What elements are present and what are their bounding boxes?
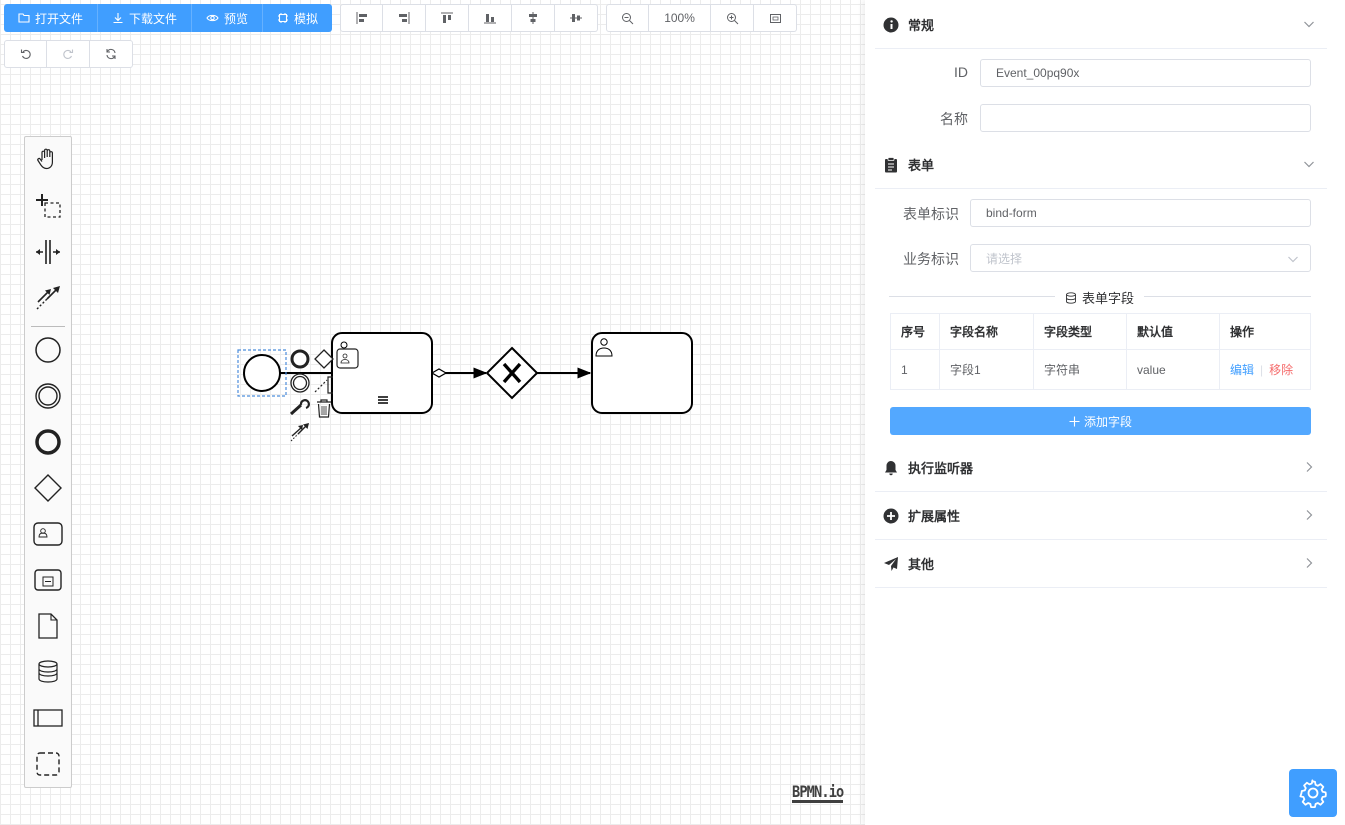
chevron-right-icon — [1303, 557, 1315, 572]
exclusive-gateway[interactable] — [485, 346, 539, 400]
table-header-row: 序号 字段名称 字段类型 默认值 操作 — [890, 313, 1311, 350]
append-intermediate-event-icon[interactable] — [290, 373, 310, 393]
id-input[interactable]: Event_00pq90x — [980, 59, 1311, 87]
connect-arrow-icon[interactable] — [290, 423, 309, 442]
append-end-event-icon[interactable] — [290, 349, 310, 369]
user-task-2[interactable] — [591, 332, 693, 414]
name-label: 名称 — [940, 111, 968, 127]
section-listeners-title: 执行监听器 — [908, 461, 974, 476]
section-other-title: 其他 — [908, 557, 935, 572]
chevron-right-icon — [1303, 461, 1315, 476]
bell-icon — [883, 460, 899, 476]
cell-default: value — [1126, 349, 1220, 390]
business-key-placeholder: 请选择 — [986, 251, 1023, 266]
chevron-down-icon — [1303, 158, 1315, 173]
add-field-label: 添加字段 — [1083, 414, 1132, 429]
cell-actions: 编辑 | 移除 — [1219, 349, 1311, 390]
section-form-title: 表单 — [908, 158, 935, 173]
append-text-annotation-icon[interactable] — [314, 376, 333, 394]
business-key-label: 业务标识 — [903, 251, 959, 267]
form-key-input[interactable]: bind-form — [970, 199, 1311, 227]
section-extensions-title: 扩展属性 — [908, 509, 961, 524]
bpmn-io-logo[interactable]: BPMN.io — [792, 784, 844, 803]
form-key-label: 表单标识 — [903, 206, 959, 222]
action-separator: | — [1260, 363, 1264, 377]
user-task-1[interactable] — [331, 332, 433, 414]
column-header: 默认值 — [1126, 313, 1220, 350]
info-icon — [883, 17, 899, 33]
chevron-right-icon — [1303, 509, 1315, 524]
chevron-down-icon — [1303, 18, 1315, 33]
change-type-wrench-icon[interactable] — [289, 399, 310, 416]
chevron-down-icon — [1288, 256, 1298, 263]
bpmn-diagram — [237, 332, 693, 442]
section-form-header[interactable]: 表单 — [875, 141, 1327, 189]
section-extensions-header[interactable]: 扩展属性 — [875, 492, 1327, 540]
id-label: ID — [954, 64, 968, 80]
table-row: 1 字段1 字符串 value 编辑 | 移除 — [890, 349, 1311, 390]
name-input[interactable] — [980, 104, 1311, 132]
column-header: 字段名称 — [939, 313, 1034, 350]
plus-icon — [1069, 416, 1080, 426]
plus-circle-icon — [883, 508, 899, 524]
form-fields-table: 序号 字段名称 字段类型 默认值 操作 1 字段1 字符串 value 编辑 | 移… — [890, 313, 1311, 390]
business-key-select[interactable]: 请选择 — [970, 244, 1311, 272]
cell-index: 1 — [890, 349, 940, 390]
sequence-flow-task-to-gateway[interactable] — [430, 367, 488, 379]
section-other-header[interactable]: 其他 — [875, 540, 1327, 588]
add-field-button[interactable]: 添加字段 — [890, 407, 1311, 435]
cell-name: 字段1 — [939, 349, 1034, 390]
edit-field-link[interactable]: 编辑 — [1230, 363, 1254, 377]
start-event[interactable] — [243, 354, 281, 392]
fields-divider-title: 表单字段 — [1055, 288, 1145, 307]
cell-type: 字符串 — [1033, 349, 1127, 390]
gear-icon — [1299, 779, 1327, 808]
database-icon — [1066, 291, 1076, 304]
append-gateway-icon[interactable] — [314, 349, 334, 369]
fields-title: 表单字段 — [1082, 291, 1135, 306]
append-user-task-icon[interactable] — [336, 348, 359, 369]
settings-button[interactable] — [1289, 769, 1337, 817]
section-listeners-header[interactable]: 执行监听器 — [875, 444, 1327, 492]
column-header: 序号 — [890, 313, 940, 350]
delete-trash-icon[interactable] — [317, 399, 331, 418]
section-general-title: 常规 — [908, 18, 935, 33]
column-header: 字段类型 — [1033, 313, 1127, 350]
section-general-header[interactable]: 常规 — [875, 1, 1327, 49]
clipboard-icon — [883, 156, 899, 173]
column-header: 操作 — [1219, 313, 1311, 350]
remove-field-link[interactable]: 移除 — [1269, 363, 1293, 377]
paper-plane-icon — [883, 556, 899, 572]
